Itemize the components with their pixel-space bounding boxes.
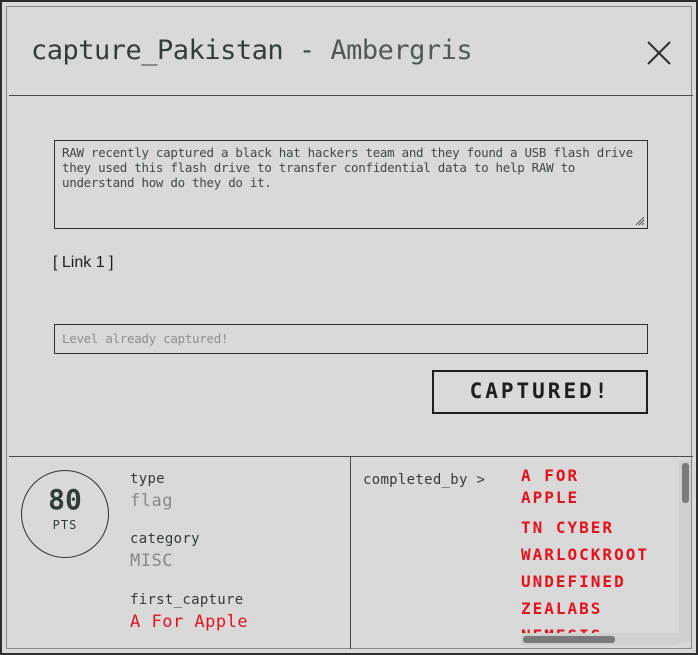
challenge-description[interactable]: RAW recently captured a black hat hacker… [54,140,648,229]
modal-title: capture_Pakistan - Ambergris [31,35,473,66]
first-capture-value[interactable]: A For Apple [130,612,248,632]
completed-team[interactable]: NEMESIS [521,622,679,633]
completed-team[interactable]: ZEALABS [521,595,679,622]
category-label: category [130,531,200,547]
challenge-modal: capture_Pakistan - Ambergris RAW recentl… [0,0,698,655]
horizontal-scrollbar[interactable] [521,633,679,645]
challenge-stats: 80 PTS type flag category MISC first_cap… [9,457,351,649]
vertical-scroll-thumb[interactable] [682,463,689,503]
vertical-scrollbar[interactable] [679,460,691,642]
resize-handle-icon[interactable] [635,216,645,226]
completed-team[interactable]: UNDEFINED [521,568,679,595]
completed-team[interactable]: WARLOCKROOT [521,541,679,568]
flag-input-placeholder: Level already captured! [62,331,229,346]
completed-team[interactable]: A FOR APPLE [521,465,611,509]
category-value: MISC [130,551,173,571]
modal-header: capture_Pakistan - Ambergris [9,9,693,96]
type-value: flag [130,491,173,511]
type-label: type [130,471,165,487]
completed-by-label: completed_by > [363,472,486,488]
completed-by-list[interactable]: A FOR APPLE TN CYBER WARLOCKROOT UNDEFIN… [521,465,679,633]
description-text: RAW recently captured a black hat hacker… [62,145,633,190]
horizontal-scroll-thumb[interactable] [523,636,615,643]
points-badge: 80 PTS [21,470,109,558]
title-separator: - [298,35,315,66]
points-value: 80 [48,483,82,516]
points-unit: PTS [52,518,78,532]
flag-input[interactable]: Level already captured! [54,324,648,354]
close-icon[interactable] [645,39,673,67]
completed-team[interactable]: TN CYBER [521,514,679,541]
challenge-link[interactable]: [ Link 1 ] [53,254,113,272]
challenge-author: Ambergris [330,35,473,66]
submit-button[interactable]: CAPTURED! [432,370,648,414]
modal-footer: 80 PTS type flag category MISC first_cap… [9,456,693,649]
completed-by-panel: completed_by > A FOR APPLE TN CYBER WARL… [352,457,693,649]
challenge-name: capture_Pakistan [31,35,284,66]
first-capture-label: first_capture [130,592,244,608]
